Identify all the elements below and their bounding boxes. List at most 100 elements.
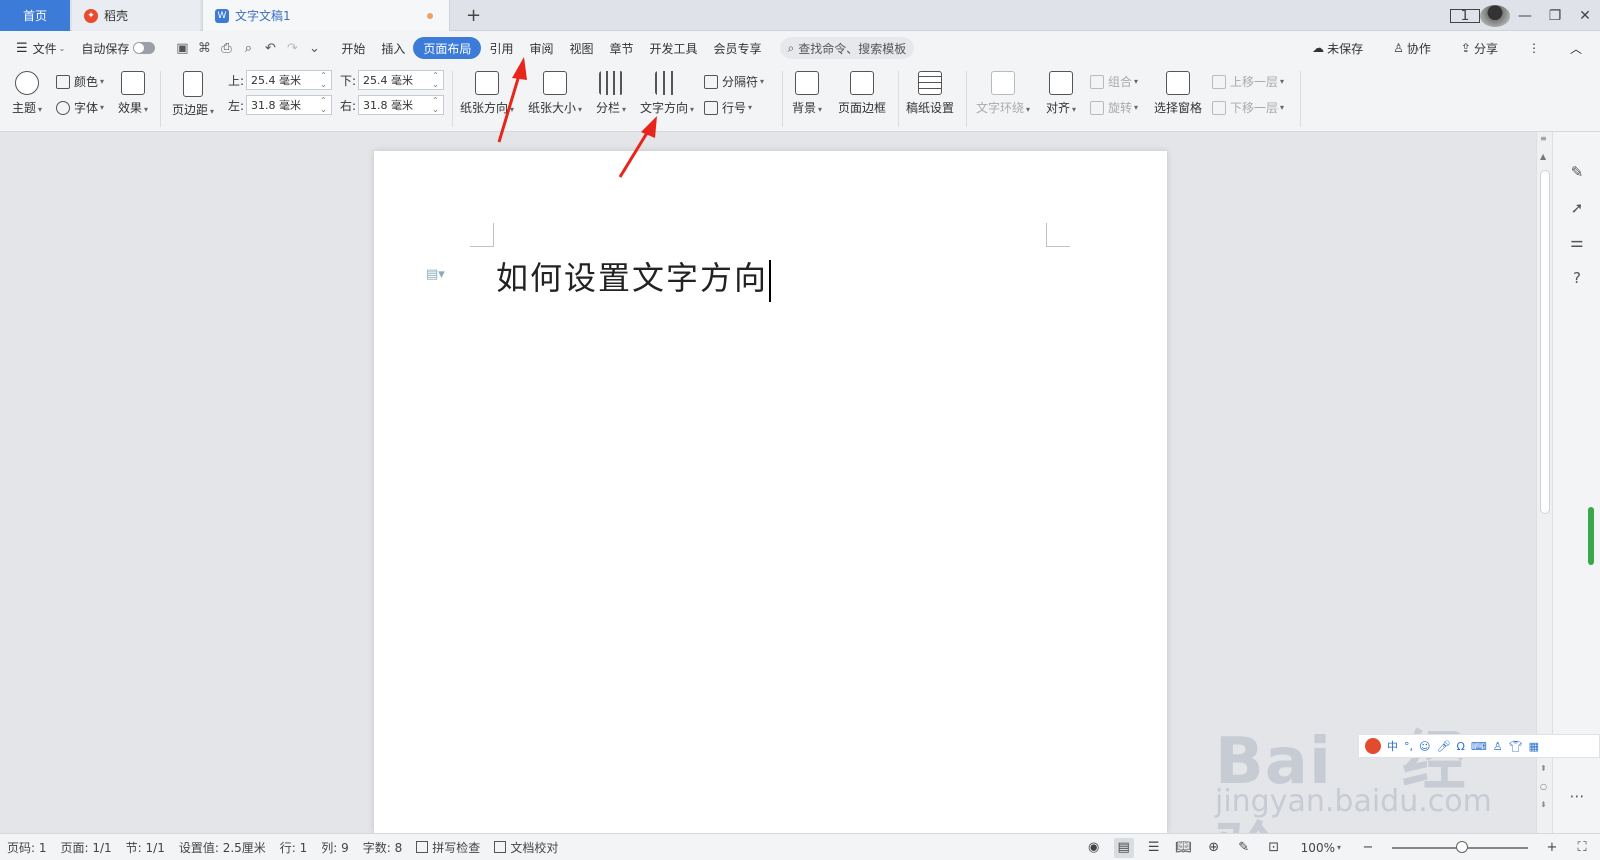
- zoom-slider-knob[interactable]: [1456, 840, 1468, 853]
- keyboard-icon[interactable]: ⌨: [1471, 740, 1487, 753]
- zoom-slider[interactable]: [1392, 840, 1528, 853]
- fit-page-icon[interactable]: ⊡: [1264, 838, 1284, 858]
- doc-proofread-button[interactable]: 文档校对: [487, 839, 565, 856]
- ime-language-toggle[interactable]: 中: [1387, 738, 1398, 754]
- font-button[interactable]: 字体 ▾: [56, 99, 104, 116]
- page-border-button[interactable]: 页面边框: [838, 71, 886, 116]
- skin-shirt-icon[interactable]: 👕︎: [1509, 740, 1523, 753]
- print-preview-icon[interactable]: ⌕: [237, 41, 259, 56]
- toolbox-grid-icon[interactable]: ▦: [1529, 740, 1539, 753]
- paper-size-button[interactable]: 纸张大小 ▾: [528, 71, 582, 116]
- menu-tab-view[interactable]: 视图: [561, 37, 601, 59]
- line-numbers-button[interactable]: 行号 ▾: [704, 99, 752, 116]
- select-browse-icon[interactable]: ○: [1540, 782, 1547, 791]
- tab-daoke[interactable]: ✦ 稻壳: [72, 0, 200, 31]
- send-backward-button[interactable]: 下移一层 ▾: [1212, 99, 1284, 116]
- fullscreen-icon[interactable]: ⛶: [1572, 838, 1592, 858]
- undo-icon[interactable]: ↶: [259, 41, 281, 56]
- align-button[interactable]: 对齐 ▾: [1046, 71, 1076, 116]
- menu-tab-developer[interactable]: 开发工具: [642, 37, 706, 59]
- redo-icon[interactable]: ↷: [281, 41, 303, 56]
- write-mode-icon[interactable]: ✎: [1234, 838, 1254, 858]
- zoom-out-icon[interactable]: −: [1358, 838, 1378, 858]
- web-view-icon[interactable]: ⊕: [1204, 838, 1224, 858]
- emoji-icon[interactable]: ☺: [1419, 740, 1430, 753]
- vertical-scrollbar[interactable]: ≡ ▲ ▼ ⇞ ○ ⇟: [1536, 132, 1552, 833]
- file-menu[interactable]: ☰ 文件 ⌄: [8, 37, 73, 59]
- status-line[interactable]: 行: 1: [273, 839, 315, 856]
- unsaved-button[interactable]: ☁ 未保存: [1304, 37, 1371, 59]
- status-pages[interactable]: 页面: 1/1: [54, 839, 119, 856]
- select-cursor-icon[interactable]: ➚: [1567, 198, 1587, 218]
- command-search[interactable]: ⌕ 查找命令、搜索模板: [779, 37, 915, 59]
- color-button[interactable]: 颜色 ▾: [56, 73, 104, 90]
- voice-mic-icon[interactable]: 🎤︎: [1436, 740, 1450, 753]
- side-pull-tab[interactable]: [1588, 507, 1594, 565]
- orientation-button[interactable]: 纸张方向 ▾: [460, 71, 514, 116]
- menu-tab-insert[interactable]: 插入: [373, 37, 413, 59]
- document-page[interactable]: ▤▾ 如何设置文字方向: [374, 151, 1167, 833]
- paragraph-handle-icon[interactable]: ▤▾: [426, 267, 445, 282]
- user-icon[interactable]: ♙: [1493, 740, 1503, 753]
- status-section[interactable]: 节: 1/1: [119, 839, 172, 856]
- selection-pane-button[interactable]: 选择窗格: [1154, 71, 1202, 116]
- print-icon[interactable]: ⎙: [215, 41, 237, 56]
- text-direction-button[interactable]: 文字方向 ▾: [640, 71, 694, 116]
- close-button[interactable]: ✕: [1570, 8, 1600, 24]
- status-page-number[interactable]: 页码: 1: [0, 839, 54, 856]
- autosave-toggle[interactable]: 自动保存: [73, 37, 163, 59]
- collapse-ribbon-icon[interactable]: ︿: [1562, 37, 1590, 59]
- menu-tab-member[interactable]: 会员专享: [706, 37, 770, 59]
- avatar[interactable]: [1480, 4, 1510, 27]
- menu-tab-start[interactable]: 开始: [333, 37, 373, 59]
- background-button[interactable]: 背景 ▾: [792, 71, 822, 116]
- page-view-icon[interactable]: ▤: [1113, 837, 1134, 858]
- help-icon[interactable]: ?: [1567, 268, 1587, 288]
- share-button[interactable]: ⇪ 分享: [1453, 37, 1506, 59]
- rotate-button[interactable]: 旋转 ▾: [1090, 99, 1138, 116]
- menu-tab-page-layout[interactable]: 页面布局: [413, 37, 482, 59]
- scrollbar-thumb[interactable]: [1540, 170, 1550, 514]
- save-icon[interactable]: ▣: [171, 41, 193, 56]
- prev-page-icon[interactable]: ⇞: [1540, 764, 1547, 773]
- breaks-button[interactable]: 分隔符 ▾: [704, 73, 764, 90]
- menu-tab-references[interactable]: 引用: [481, 37, 521, 59]
- special-chars-icon[interactable]: Ω: [1456, 740, 1464, 753]
- punctuation-icon[interactable]: °,: [1404, 740, 1413, 753]
- outline-view-icon[interactable]: ☰: [1144, 838, 1164, 858]
- status-column[interactable]: 列: 9: [314, 839, 356, 856]
- new-tab-button[interactable]: +: [466, 5, 481, 26]
- text-wrap-button[interactable]: 文字环绕 ▾: [976, 71, 1030, 116]
- next-page-icon[interactable]: ⇟: [1540, 800, 1547, 809]
- group-button[interactable]: 组合 ▾: [1090, 73, 1138, 90]
- paper-setup-button[interactable]: 稿纸设置: [906, 71, 954, 116]
- sogou-logo-icon[interactable]: [1365, 738, 1381, 754]
- format-painter-icon[interactable]: ⌘: [193, 41, 215, 56]
- reading-view-icon[interactable]: 📖︎: [1174, 838, 1194, 858]
- bring-forward-button[interactable]: 上移一层 ▾: [1212, 73, 1284, 90]
- more-options-icon[interactable]: ⋯: [1567, 786, 1587, 806]
- margin-top-input[interactable]: 25.4 毫米: [246, 70, 332, 90]
- margin-bottom-input[interactable]: 25.4 毫米: [358, 70, 444, 90]
- menu-tab-chapter[interactable]: 章节: [601, 37, 641, 59]
- customize-toolbar-icon[interactable]: ⌄: [303, 41, 325, 56]
- margins-button[interactable]: 页边距 ▾: [172, 71, 214, 118]
- zoom-level[interactable]: 100% ▾: [1294, 841, 1348, 855]
- tab-home[interactable]: 首页: [0, 0, 70, 31]
- effect-button[interactable]: 效果 ▾: [118, 71, 148, 116]
- scroll-up-icon[interactable]: ▲: [1540, 152, 1546, 161]
- collab-button[interactable]: ♙ 协作: [1385, 37, 1439, 59]
- document-body-text[interactable]: 如何设置文字方向: [496, 253, 772, 302]
- restore-button[interactable]: ❐: [1540, 8, 1570, 24]
- settings-sliders-icon[interactable]: ⚌: [1567, 232, 1587, 252]
- spell-check-button[interactable]: 拼写检查: [409, 839, 487, 856]
- theme-button[interactable]: 主题 ▾: [12, 71, 42, 116]
- more-menu-icon[interactable]: ⋮: [1520, 37, 1548, 59]
- zoom-in-icon[interactable]: +: [1542, 838, 1562, 858]
- minimize-button[interactable]: —: [1510, 8, 1540, 24]
- columns-button[interactable]: 分栏 ▾: [596, 71, 626, 116]
- eye-protection-icon[interactable]: ◉: [1084, 838, 1104, 858]
- tab-document[interactable]: W 文字文稿1: [202, 0, 450, 31]
- margin-right-input[interactable]: 31.8 毫米: [358, 95, 444, 115]
- edit-pen-icon[interactable]: ✎: [1567, 162, 1587, 182]
